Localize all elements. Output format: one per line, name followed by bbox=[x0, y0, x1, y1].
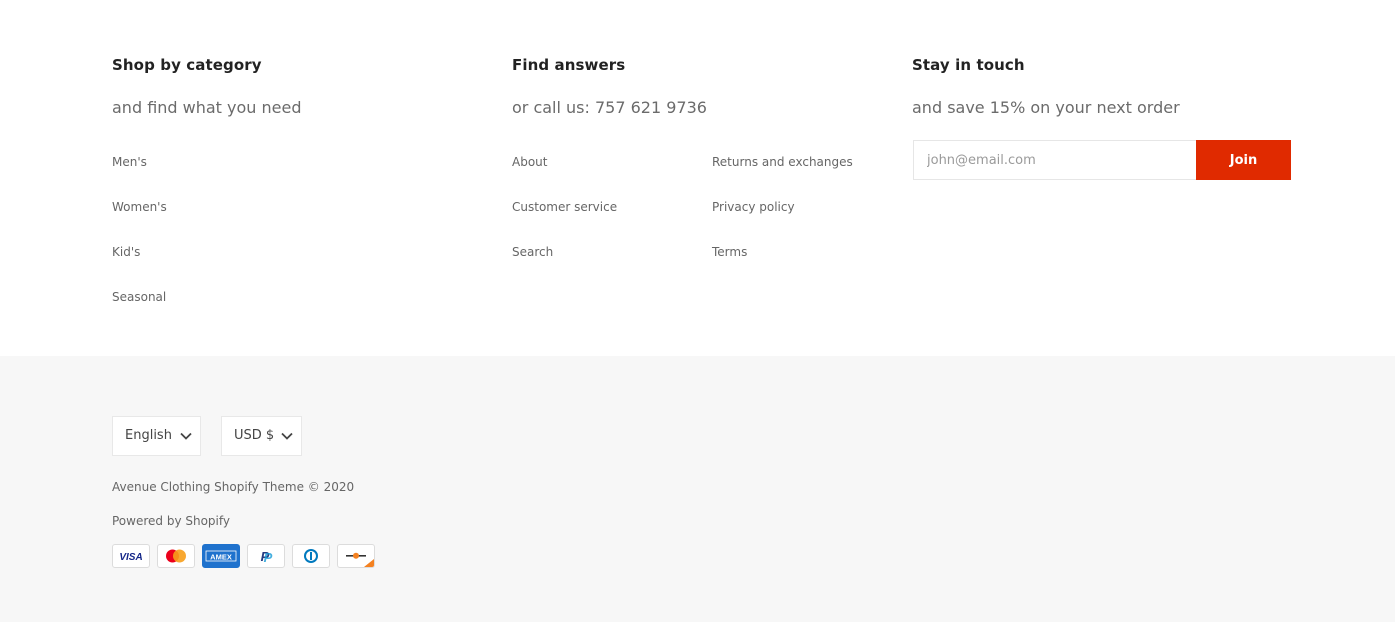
paypal-icon: PP bbox=[247, 544, 285, 568]
link-returns-exchanges[interactable]: Returns and exchanges bbox=[712, 155, 853, 169]
newsletter-title: Stay in touch bbox=[912, 56, 1025, 74]
shop-title: Shop by category bbox=[112, 56, 262, 74]
link-customer-service[interactable]: Customer service bbox=[512, 200, 617, 214]
link-terms[interactable]: Terms bbox=[712, 245, 747, 259]
link-search[interactable]: Search bbox=[512, 245, 553, 259]
chevron-down-icon bbox=[280, 429, 294, 447]
link-privacy-policy[interactable]: Privacy policy bbox=[712, 200, 795, 214]
shop-subtitle: and find what you need bbox=[112, 98, 302, 117]
svg-text:AMEX: AMEX bbox=[210, 553, 232, 562]
link-mens[interactable]: Men's bbox=[112, 155, 147, 169]
discover-icon bbox=[337, 544, 375, 568]
powered-by-shopify-link[interactable]: Powered by Shopify bbox=[112, 514, 230, 528]
join-button[interactable]: Join bbox=[1196, 140, 1291, 180]
mastercard-icon bbox=[157, 544, 195, 568]
svg-text:VISA: VISA bbox=[119, 552, 142, 563]
language-selector[interactable]: English bbox=[112, 416, 201, 456]
diners-club-icon bbox=[292, 544, 330, 568]
chevron-down-icon bbox=[179, 429, 193, 447]
email-input[interactable] bbox=[913, 140, 1197, 180]
copyright-text: Avenue Clothing Shopify Theme © 2020 bbox=[112, 480, 355, 494]
newsletter-subtitle: and save 15% on your next order bbox=[912, 98, 1180, 117]
amex-icon: AMEX bbox=[202, 544, 240, 568]
language-selector-label: English bbox=[125, 428, 172, 443]
link-womens[interactable]: Women's bbox=[112, 200, 167, 214]
answers-title: Find answers bbox=[512, 56, 626, 74]
svg-text:P: P bbox=[264, 550, 273, 565]
currency-selector-label: USD $ bbox=[234, 428, 275, 443]
footer-bottom: English USD $ Avenue Clothing Shopify Th… bbox=[0, 356, 1395, 622]
link-about[interactable]: About bbox=[512, 155, 547, 169]
visa-icon: VISA bbox=[112, 544, 150, 568]
footer-top: Shop by category and find what you need … bbox=[0, 0, 1395, 356]
link-seasonal[interactable]: Seasonal bbox=[112, 290, 166, 304]
answers-subtitle: or call us: 757 621 9736 bbox=[512, 98, 707, 117]
currency-selector[interactable]: USD $ bbox=[221, 416, 302, 456]
link-kids[interactable]: Kid's bbox=[112, 245, 140, 259]
